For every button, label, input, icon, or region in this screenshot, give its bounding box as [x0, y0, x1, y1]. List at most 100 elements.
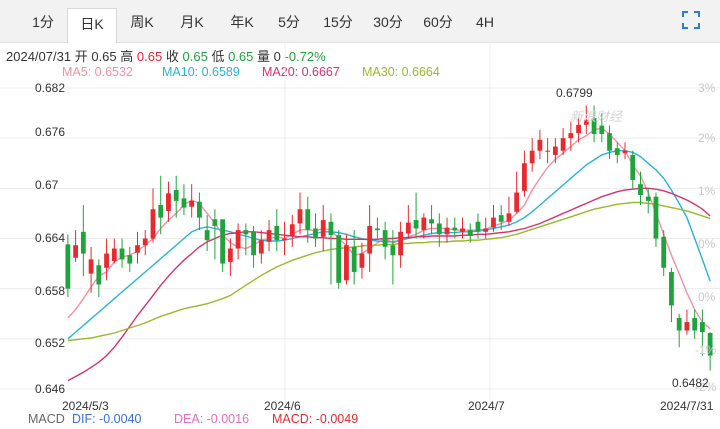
candle-body [189, 200, 195, 207]
candle [661, 230, 667, 277]
candle-body [166, 193, 171, 211]
candle-body [661, 236, 667, 268]
kline-chart[interactable] [0, 0, 720, 429]
candle-body [491, 217, 496, 228]
candle [189, 184, 195, 218]
candle-body [390, 245, 396, 256]
candle-body [220, 219, 226, 264]
candle [344, 234, 349, 285]
candle-body [119, 248, 125, 260]
macd-dea: DEA: -0.0016 [174, 412, 250, 426]
candle [669, 267, 674, 323]
pct-tick-0: 3% [698, 81, 716, 95]
candle-body [529, 150, 535, 164]
candle [398, 221, 404, 268]
candle-body [80, 231, 86, 254]
candle [568, 121, 574, 151]
candle [552, 138, 558, 164]
candle [104, 238, 109, 281]
candle-body [382, 230, 388, 247]
candle [289, 215, 295, 247]
candle-body [227, 248, 233, 262]
candle-body [522, 163, 527, 191]
macd-title: MACD [28, 412, 65, 426]
candle [243, 223, 249, 256]
candle [529, 138, 535, 172]
candle [135, 231, 140, 264]
candle-body [630, 154, 636, 180]
low-marker-label: 0.6482 [672, 376, 709, 390]
candle-body [374, 228, 380, 231]
candle-body [73, 245, 79, 258]
candle-body [638, 184, 643, 196]
candle [80, 205, 86, 277]
candle-body [467, 230, 473, 236]
candle [111, 238, 117, 264]
candle [204, 215, 210, 252]
candle [692, 309, 698, 339]
candle [537, 129, 543, 160]
candle [413, 192, 419, 239]
price-tick-6: 0.646 [35, 382, 66, 396]
candle-body [243, 230, 249, 235]
moving-average-lines [67, 127, 711, 382]
date-tick-3: 2024/7/31 [660, 399, 714, 413]
watermark-text: 新浪财经 [570, 109, 623, 124]
candle [158, 175, 164, 235]
candle-body [282, 238, 287, 241]
candle-body [653, 196, 659, 239]
pct-tick-1: 2% [698, 131, 716, 145]
candle-body [367, 225, 373, 254]
ma5-line [67, 127, 711, 330]
candle [607, 125, 612, 160]
pct-tick-5: -1% [695, 343, 717, 357]
candle-body [305, 209, 311, 231]
candle [313, 213, 318, 247]
candle [142, 230, 148, 256]
candle [514, 171, 520, 214]
candle-body [266, 230, 272, 242]
candle [622, 142, 628, 160]
candle-body [158, 205, 164, 218]
candle [684, 309, 690, 335]
candle [258, 230, 264, 264]
candle-body [212, 219, 218, 226]
candle-body [235, 230, 241, 249]
candle-body [336, 235, 342, 283]
candle [405, 205, 411, 239]
price-tick-4: 0.658 [35, 284, 66, 298]
candle-body [622, 150, 628, 154]
candle [614, 142, 620, 164]
candle-body [297, 209, 303, 224]
pct-tick-3: 0% [698, 237, 716, 251]
candle-body [692, 317, 698, 331]
candle-body [452, 227, 458, 231]
candle-body [475, 221, 481, 232]
candle [522, 150, 527, 197]
candle [367, 205, 373, 272]
candle-body [65, 244, 71, 289]
macd-value: MACD: -0.0049 [272, 412, 359, 426]
candle-body [560, 138, 566, 151]
price-tick-1: 0.676 [35, 125, 66, 139]
candle [374, 217, 380, 239]
candle [506, 196, 512, 226]
candle-body [359, 253, 365, 268]
candle-body [142, 238, 148, 246]
candle-body [498, 215, 504, 222]
candle [150, 188, 156, 243]
high-marker-label: 0.6799 [556, 86, 593, 100]
date-tick-1: 2024/6 [264, 399, 301, 413]
candle-body [545, 150, 551, 152]
candle-body [568, 133, 574, 139]
candle [88, 246, 94, 293]
candle-body [258, 240, 264, 254]
candle [676, 313, 682, 348]
candle-body [150, 209, 156, 239]
candle-body [444, 227, 450, 235]
candle [119, 238, 125, 268]
candle-body [599, 125, 605, 134]
date-tick-0: 2024/5/3 [62, 399, 109, 413]
candle-body [614, 148, 620, 155]
candle [282, 221, 287, 256]
